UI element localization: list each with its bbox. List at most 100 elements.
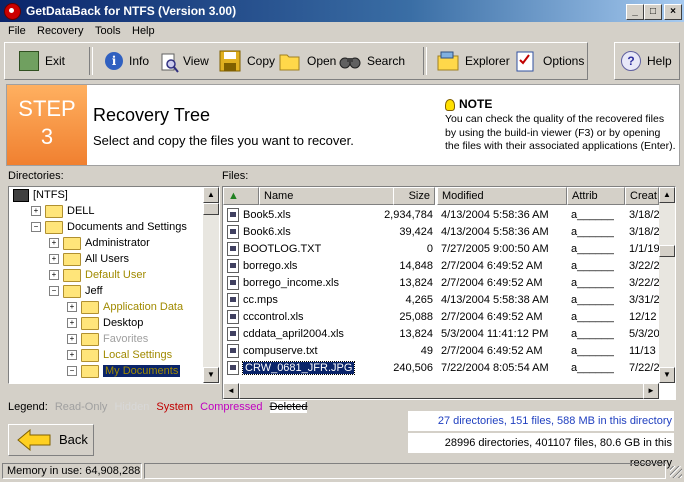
file-row[interactable]: Book5.xls 2,934,784 4/13/2004 5:58:36 AM a_… <box>223 207 659 224</box>
tree-node[interactable]: − Jeff <box>49 283 103 299</box>
expand-icon[interactable]: + <box>31 206 41 217</box>
directory-tree[interactable]: [NTFS] + DELL − Documents and Settings + Admin… <box>8 186 220 384</box>
file-list-vscrollbar[interactable]: ▲ ▼ <box>659 187 675 383</box>
tree-node[interactable]: + All Users <box>49 251 129 267</box>
menu-recovery[interactable]: Recovery <box>37 25 83 37</box>
file-row[interactable]: CRW_0681_JFR.JPG 240,506 7/22/2004 8:05:54… <box>223 360 659 377</box>
help-button[interactable]: ? Help <box>614 42 680 80</box>
file-icon <box>227 361 239 376</box>
file-attrib: a______ <box>571 362 614 374</box>
file-attrib: a______ <box>571 311 614 323</box>
files-label: Files: <box>222 170 249 182</box>
info-label: Info <box>129 54 150 68</box>
back-arrow-icon <box>17 429 51 451</box>
search-button[interactable]: Search <box>339 49 405 73</box>
file-row[interactable]: cc.mps 4,265 4/13/2004 5:58:38 AM a______ 3/… <box>223 292 659 309</box>
file-name: borrego_income.xls <box>227 275 377 292</box>
collapse-icon[interactable]: − <box>31 222 41 233</box>
scroll-down-icon[interactable]: ▼ <box>203 367 219 383</box>
scroll-up-icon[interactable]: ▲ <box>203 187 219 203</box>
view-button[interactable]: View <box>161 49 209 73</box>
scroll-right-icon[interactable]: ► <box>643 383 659 399</box>
collapse-icon[interactable]: − <box>67 366 77 377</box>
column-header-modified[interactable]: Modified <box>437 187 567 205</box>
file-row[interactable]: borrego.xls 14,848 2/7/2004 6:49:52 AM a___… <box>223 258 659 275</box>
expand-icon[interactable]: + <box>67 334 77 345</box>
file-size: 240,506 <box>393 362 433 374</box>
tree-node[interactable]: + Local Settings <box>67 347 172 363</box>
resize-grip-icon[interactable] <box>670 466 682 478</box>
menu-tools[interactable]: Tools <box>95 25 121 37</box>
tree-node-label: Administrator <box>85 237 150 249</box>
file-name-text: Book6.xls <box>243 226 291 238</box>
file-row[interactable]: BOOTLOG.TXT 0 7/27/2005 9:00:50 AM a______ 1… <box>223 241 659 258</box>
folder-icon <box>81 348 99 362</box>
expand-icon[interactable]: + <box>67 302 77 313</box>
column-header-created[interactable]: Creat <box>625 187 659 205</box>
file-row[interactable]: cddata_april2004.xls 13,824 5/3/2004 11:41… <box>223 326 659 343</box>
file-created: 11/13 <box>629 345 656 357</box>
expand-icon[interactable]: + <box>49 270 59 281</box>
legend-label: Legend: <box>8 401 48 413</box>
minimize-button[interactable]: _ <box>626 4 644 20</box>
tree-node[interactable]: − Documents and Settings <box>31 219 187 235</box>
exit-button[interactable]: Exit <box>19 49 65 73</box>
file-name-text: Book5.xls <box>243 209 291 221</box>
folder-icon <box>63 252 81 266</box>
tree-node[interactable]: + DELL <box>31 203 95 219</box>
file-name: BOOTLOG.TXT <box>227 241 377 258</box>
file-attrib: a______ <box>571 328 614 340</box>
file-size: 13,824 <box>399 277 433 289</box>
file-modified: 2/7/2004 6:49:52 AM <box>441 277 543 289</box>
binoculars-icon <box>339 50 361 72</box>
tree-node-label: Application Data <box>103 301 184 313</box>
menu-help[interactable]: Help <box>132 25 155 37</box>
scroll-thumb[interactable] <box>203 203 219 215</box>
maximize-button[interactable]: □ <box>644 4 662 20</box>
close-button[interactable]: × <box>664 4 682 20</box>
file-name-text: compuserve.txt <box>243 345 318 357</box>
file-list-hscrollbar[interactable]: ◄ ► <box>223 383 659 399</box>
tree-node[interactable]: + Application Data <box>67 299 183 315</box>
scroll-thumb[interactable] <box>659 245 675 257</box>
tree-node[interactable]: + Desktop <box>67 315 143 331</box>
copy-button[interactable]: Copy <box>219 49 275 73</box>
back-label: Back <box>59 432 88 447</box>
expand-icon[interactable]: + <box>49 238 59 249</box>
tree-node[interactable]: + Default User <box>49 267 146 283</box>
open-button[interactable]: Open <box>279 49 336 73</box>
tree-node[interactable]: + Administrator <box>49 235 150 251</box>
expand-icon[interactable]: + <box>49 254 59 265</box>
back-button[interactable]: Back <box>8 424 94 456</box>
options-button[interactable]: Options <box>515 49 584 73</box>
info-button[interactable]: i Info <box>105 49 149 73</box>
collapse-icon[interactable]: − <box>49 286 59 297</box>
scroll-down-icon[interactable]: ▼ <box>659 367 675 383</box>
file-name: cccontrol.xls <box>227 309 377 326</box>
column-header-size[interactable]: Size <box>393 187 435 205</box>
tree-node-label: Local Settings <box>103 349 173 361</box>
file-row[interactable]: Book6.xls 39,424 4/13/2004 5:58:36 AM a____… <box>223 224 659 241</box>
column-header-attrib[interactable]: Attrib <box>567 187 625 205</box>
folder-icon <box>63 268 81 282</box>
file-row[interactable]: borrego_income.xls 13,824 2/7/2004 6:49:52… <box>223 275 659 292</box>
scroll-left-icon[interactable]: ◄ <box>223 383 239 399</box>
tree-node[interactable]: + Favorites <box>67 331 148 347</box>
status-panel-empty <box>144 463 666 479</box>
expand-icon[interactable]: + <box>67 318 77 329</box>
note-title: NOTE <box>459 97 493 111</box>
file-list[interactable]: ▲ Name Size Modified Attrib Creat Book5.… <box>222 186 676 400</box>
scroll-up-icon[interactable]: ▲ <box>659 187 675 203</box>
menu-file[interactable]: File <box>8 25 26 37</box>
file-name: cddata_april2004.xls <box>227 326 377 343</box>
file-row[interactable]: cccontrol.xls 25,088 2/7/2004 6:49:52 AM a_… <box>223 309 659 326</box>
explorer-button[interactable]: Explorer <box>437 49 510 73</box>
file-row[interactable]: compuserve.txt 49 2/7/2004 6:49:52 AM a____… <box>223 343 659 360</box>
tree-node[interactable]: [NTFS] <box>13 187 68 203</box>
sort-up-arrow-icon[interactable]: ▲ <box>223 187 259 205</box>
hscroll-thumb[interactable] <box>239 383 645 399</box>
file-name-text: cc.mps <box>243 294 278 306</box>
tree-node[interactable]: − My Documents <box>67 363 181 379</box>
expand-icon[interactable]: + <box>67 350 77 361</box>
tree-scrollbar[interactable]: ▲ ▼ <box>203 187 219 383</box>
